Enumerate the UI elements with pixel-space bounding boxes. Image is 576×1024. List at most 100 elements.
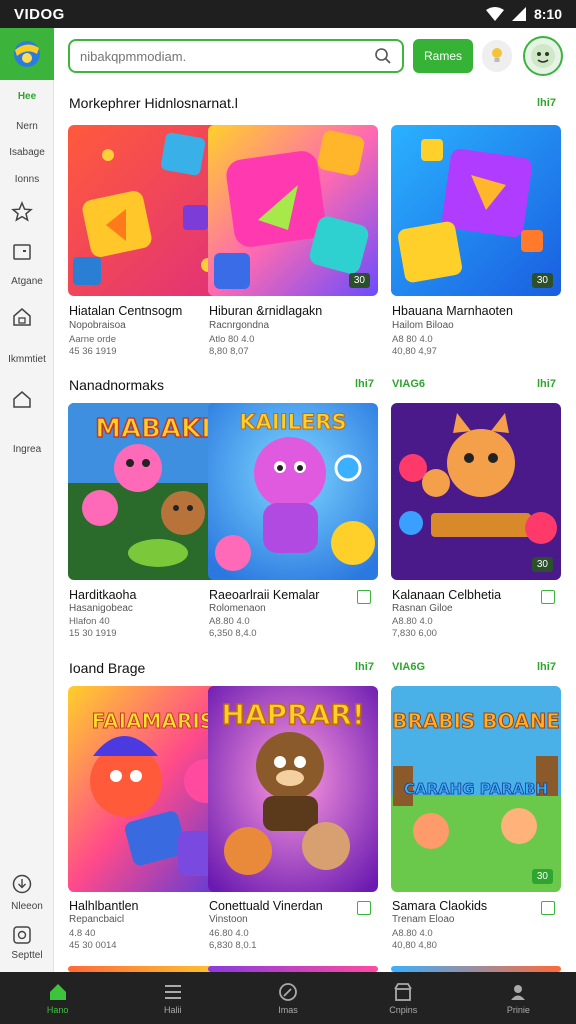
folder-icon[interactable]	[11, 241, 33, 263]
card-subtitle: Hasanigobeac	[69, 603, 133, 614]
section-more-link[interactable]: lhi7	[537, 97, 556, 109]
card-meta: Atlo 80 4.0	[209, 334, 255, 345]
game-thumbnail[interactable]: BRABIS BOANE CARAHG PARABH 30	[391, 686, 561, 892]
status-badge: 30	[348, 273, 370, 288]
section-more-link[interactable]: lhi7	[537, 661, 556, 673]
nav-label: Imas	[278, 1004, 298, 1015]
game-thumbnail[interactable]: 30	[391, 125, 561, 296]
bookmark-icon[interactable]	[357, 901, 371, 915]
app-logo[interactable]	[0, 28, 54, 80]
section-link[interactable]: VIAG6	[392, 378, 425, 390]
nav-label: Cnpins	[389, 1004, 418, 1015]
art-title: KAIILERS	[239, 410, 346, 434]
home-lock-icon[interactable]	[11, 306, 33, 328]
games-button[interactable]: Rames	[413, 39, 473, 73]
settings-square-icon[interactable]	[11, 924, 33, 946]
status-badge: 30	[531, 557, 553, 572]
avatar-face-icon	[531, 44, 555, 68]
section-link[interactable]: lhi7	[355, 378, 374, 390]
sidebar-item-games[interactable]: Atgane	[0, 276, 54, 287]
menu-icon	[164, 984, 181, 999]
card-meta: Hlafon 40	[69, 616, 110, 627]
compass-icon	[279, 982, 297, 1001]
card-meta: 6,350 8,4.0	[209, 628, 257, 639]
section-link[interactable]: VIA6G	[392, 661, 425, 673]
sidebar-item-ingrea[interactable]: Ingrea	[0, 444, 54, 455]
card-meta: 15 30 1919	[69, 628, 117, 639]
sidebar-item-stage[interactable]: Isabage	[0, 147, 54, 158]
nav-home[interactable]: Hano	[0, 972, 115, 1024]
card-meta: A8.80 4.0	[209, 616, 250, 627]
card-title[interactable]: Kalanaan Celbhetia	[392, 588, 501, 602]
section-link[interactable]: lhi7	[355, 661, 374, 673]
sidebar-item-icons[interactable]: Ionns	[0, 174, 54, 185]
card-title[interactable]: Hbauana Marnhaoten	[392, 304, 513, 318]
card-subtitle: Rasnan Giloe	[392, 603, 453, 614]
lightbulb-button[interactable]	[482, 40, 512, 72]
bookmark-icon[interactable]	[541, 901, 555, 915]
sidebar-item-new[interactable]: Nern	[0, 121, 54, 132]
art-title: FAIAMARIS	[92, 709, 214, 733]
card-title[interactable]: Harditkaoha	[69, 588, 136, 602]
section-title: Ioand Brage	[69, 660, 146, 676]
sidebar-item-settings[interactable]: Septtel	[0, 950, 54, 961]
bottom-nav: Hano Halii Imas Cnpins Prinie	[0, 972, 576, 1024]
download-circle-icon[interactable]	[11, 873, 33, 895]
art-title: MABAKI	[95, 414, 211, 444]
card-meta: 45 36 1919	[69, 346, 117, 357]
card-title[interactable]: Hiburan &rnidlagakn	[209, 304, 322, 318]
avatar[interactable]	[523, 36, 563, 76]
card-title[interactable]: Halhlbantlen	[69, 899, 139, 913]
card-subtitle: Racnrgondna	[209, 320, 270, 331]
section-title: Nanadnormaks	[69, 377, 164, 393]
sidebar-item-kinect[interactable]: Ikmmtiet	[0, 354, 54, 365]
game-thumbnail[interactable]: HAPRAR!	[208, 686, 378, 892]
house-icon[interactable]	[11, 388, 33, 410]
section-more-link[interactable]: lhi7	[537, 378, 556, 390]
profile-icon	[511, 984, 526, 1000]
card-meta: 7,830 6,00	[392, 628, 437, 639]
card-title[interactable]: Conettuald Vinerdan	[209, 899, 323, 913]
search-icon[interactable]	[374, 47, 392, 65]
status-badge: 30	[531, 273, 553, 288]
card-meta: 8,80 8,07	[209, 346, 249, 357]
nav-profile[interactable]: Prinie	[461, 972, 576, 1024]
search-bar[interactable]	[68, 39, 404, 73]
game-art	[391, 403, 561, 580]
sidebar-item-nleeon[interactable]: Nleeon	[0, 901, 54, 912]
bookmark-icon[interactable]	[357, 590, 371, 604]
home-icon	[49, 983, 66, 1000]
star-icon[interactable]	[11, 201, 33, 223]
art-subtitle: CARAHG PARABH	[404, 780, 548, 798]
search-input[interactable]	[80, 48, 374, 64]
game-art	[208, 125, 378, 296]
game-thumbnail[interactable]: KAIILERS	[208, 403, 378, 580]
card-subtitle: Hailom Biloao	[392, 320, 454, 331]
sidebar: Hee Nern Isabage Ionns Atgane Ikmmtiet I…	[0, 28, 54, 972]
game-thumbnail[interactable]: 30	[391, 403, 561, 580]
bookmark-icon[interactable]	[541, 590, 555, 604]
signal-icon	[511, 7, 526, 21]
status-icons: 8:10	[485, 6, 562, 22]
wifi-icon	[485, 7, 504, 21]
status-title: VIDOG	[14, 5, 65, 23]
nav-list[interactable]: Halii	[115, 972, 230, 1024]
card-subtitle: Rolomenaon	[209, 603, 266, 614]
card-meta: A8.80 4.0	[392, 928, 433, 939]
section-title: Morkephrer Hidnlosnarnat.l	[69, 95, 238, 111]
lightbulb-icon	[492, 48, 502, 62]
sidebar-item-home[interactable]: Hee	[0, 91, 54, 102]
nav-discover[interactable]: Imas	[230, 972, 345, 1024]
logo-icon	[14, 41, 40, 67]
card-title[interactable]: Hiatalan Centnsogm	[69, 304, 182, 318]
game-art: KAIILERS	[208, 403, 378, 580]
card-meta: A8 80 4.0	[392, 334, 433, 345]
game-thumbnail[interactable]: 30	[208, 125, 378, 296]
card-title[interactable]: Samara Claokids	[392, 899, 487, 913]
game-art: BRABIS BOANE CARAHG PARABH	[391, 686, 561, 892]
nav-store[interactable]: Cnpins	[346, 972, 461, 1024]
card-meta: 40,80 4,97	[392, 346, 437, 357]
card-title[interactable]: Raeoarlraii Kemalar	[209, 588, 319, 602]
nav-label: Hano	[46, 1004, 69, 1015]
art-title: HAPRAR!	[221, 698, 364, 731]
